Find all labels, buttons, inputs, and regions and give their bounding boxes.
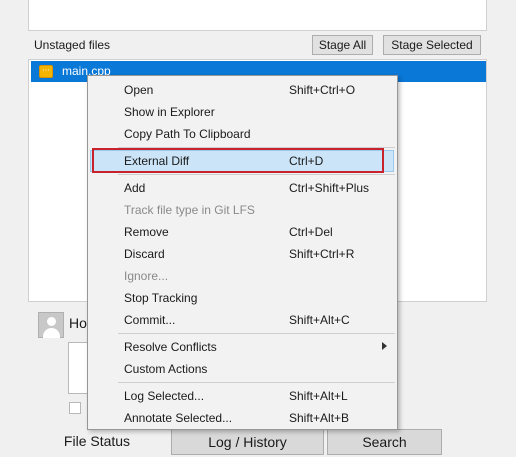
menu-item-label: Stop Tracking [124,291,198,305]
menu-item-annotate-selected[interactable]: Annotate Selected... Shift+Alt+B [90,407,395,429]
menu-item-label: Custom Actions [124,362,208,376]
menu-item-open[interactable]: Open Shift+Ctrl+O [90,79,395,101]
file-context-menu: Open Shift+Ctrl+O Show in Explorer Copy … [87,75,398,430]
commit-option-checkbox[interactable] [69,402,81,414]
avatar-head-shape [47,317,56,326]
menu-item-label: Open [124,83,154,97]
submenu-arrow-icon [382,342,387,350]
menu-item-label: Resolve Conflicts [124,340,217,354]
modified-file-icon: ··· [39,65,53,78]
menu-item-copy-path[interactable]: Copy Path To Clipboard [90,123,395,145]
menu-item-shortcut: Shift+Alt+B [289,411,350,425]
menu-item-label: Commit... [124,313,176,327]
tab-file-status[interactable]: File Status [32,429,162,455]
menu-item-label: Discard [124,247,165,261]
unstaged-files-header: Unstaged files Stage All Stage Selected [28,33,487,59]
menu-item-commit[interactable]: Commit... Shift+Alt+C [90,309,395,331]
menu-item-label: External Diff [124,154,190,168]
menu-item-show-in-explorer[interactable]: Show in Explorer [90,101,395,123]
menu-item-label: Log Selected... [124,389,205,403]
menu-item-custom-actions[interactable]: Custom Actions [90,358,395,380]
avatar-body-shape [43,328,60,338]
menu-item-external-diff[interactable]: External Diff Ctrl+D [90,150,394,172]
tab-log-history[interactable]: Log / History [171,429,324,455]
menu-item-label: Track file type in Git LFS [124,203,255,217]
app-window: Unstaged files Stage All Stage Selected … [0,0,516,457]
avatar [38,312,64,338]
menu-item-label: Copy Path To Clipboard [124,127,251,141]
menu-item-shortcut: Ctrl+Del [289,225,333,239]
unstaged-files-label: Unstaged files [34,38,111,52]
menu-item-stop-tracking[interactable]: Stop Tracking [90,287,395,309]
stage-selected-button[interactable]: Stage Selected [383,35,481,55]
stage-all-button[interactable]: Stage All [312,35,373,55]
menu-item-add[interactable]: Add Ctrl+Shift+Plus [90,177,395,199]
menu-item-shortcut: Shift+Ctrl+R [289,247,355,261]
menu-separator [118,382,395,383]
menu-item-shortcut: Shift+Ctrl+O [289,83,356,97]
tab-search[interactable]: Search [327,429,442,455]
menu-item-label: Show in Explorer [124,105,215,119]
menu-item-discard[interactable]: Discard Shift+Ctrl+R [90,243,395,265]
menu-item-label: Annotate Selected... [124,411,233,425]
author-name: Ho [69,315,87,331]
menu-item-label: Add [124,181,146,195]
bottom-tab-bar: File Status Log / History Search [28,429,516,457]
menu-item-shortcut: Shift+Alt+C [289,313,350,327]
menu-item-remove[interactable]: Remove Ctrl+Del [90,221,395,243]
staged-files-list[interactable] [28,0,487,31]
menu-item-shortcut: Shift+Alt+L [289,389,348,403]
menu-item-label: Ignore... [124,269,169,283]
menu-separator [118,147,395,148]
menu-item-shortcut: Ctrl+Shift+Plus [289,181,370,195]
menu-separator [118,174,395,175]
menu-separator [118,333,395,334]
menu-item-track-lfs: Track file type in Git LFS [90,199,395,221]
menu-item-shortcut: Ctrl+D [289,154,324,168]
menu-item-resolve-conflicts[interactable]: Resolve Conflicts [90,336,395,358]
menu-item-label: Remove [124,225,169,239]
menu-item-log-selected[interactable]: Log Selected... Shift+Alt+L [90,385,395,407]
menu-item-ignore: Ignore... [90,265,395,287]
